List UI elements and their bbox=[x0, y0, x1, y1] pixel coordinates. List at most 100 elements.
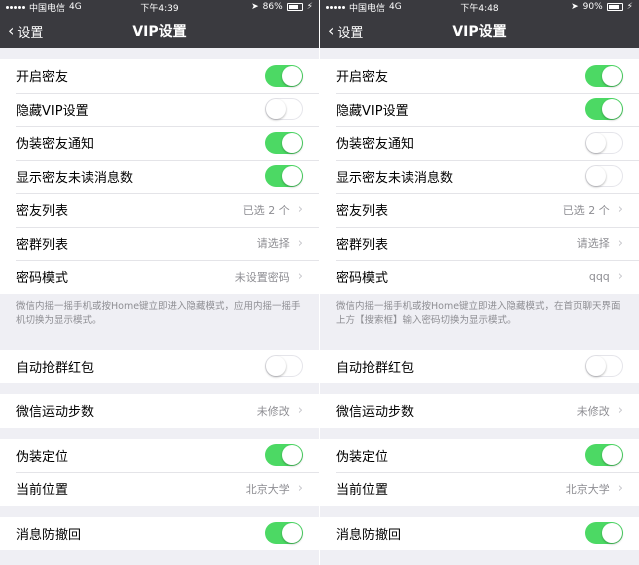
settings-row[interactable]: 伪装密友通知 bbox=[320, 126, 639, 160]
settings-row[interactable]: 隐藏VIP设置 bbox=[320, 92, 639, 127]
toggle-knob bbox=[586, 356, 606, 377]
row-value: 未修改 bbox=[256, 404, 290, 418]
back-button[interactable]: ‹ 设置 bbox=[320, 22, 363, 41]
status-time: 下午4:39 bbox=[140, 3, 179, 14]
battery-fill bbox=[288, 5, 298, 9]
chevron-right-icon: › bbox=[297, 202, 303, 218]
row-label: 密友列表 bbox=[336, 204, 389, 220]
settings-row[interactable]: 开启密友 bbox=[320, 59, 639, 93]
battery-icon bbox=[286, 3, 303, 11]
back-button[interactable]: ‹ 设置 bbox=[0, 22, 43, 41]
screenshots: 中国电信 4G 下午4:39 ➤ 86% ⚡ ‹ 设置 VIP设置 开启密友 隐藏VIP设置 伪装密友… bbox=[0, 0, 639, 565]
row-value: qqq bbox=[588, 270, 610, 284]
settings-row[interactable]: 自动抢群红包 bbox=[0, 350, 319, 384]
row-label: 伪装密友通知 bbox=[16, 137, 95, 153]
page-title: VIP设置 bbox=[132, 24, 187, 40]
chevron-right-icon: › bbox=[617, 481, 623, 497]
battery-icon bbox=[606, 3, 623, 11]
settings-row[interactable]: 消息防撤回 bbox=[320, 517, 639, 551]
chevron-right-icon: › bbox=[617, 269, 623, 285]
row-label: 密码模式 bbox=[16, 271, 69, 287]
back-label: 设置 bbox=[17, 25, 44, 41]
row-label: 密群列表 bbox=[16, 237, 69, 253]
row-label: 开启密友 bbox=[16, 70, 69, 86]
row-value: 北京大学 bbox=[245, 482, 290, 496]
toggle-knob bbox=[602, 99, 622, 120]
toggle-knob bbox=[266, 356, 286, 377]
settings-group-steps: 微信运动步数 未修改 › bbox=[320, 394, 639, 428]
status-bar: 中国电信 4G 下午4:39 ➤ 86% ⚡ bbox=[0, 0, 319, 14]
toggle-switch[interactable] bbox=[265, 64, 303, 87]
settings-row[interactable]: 密码模式 未设置密码 › bbox=[0, 260, 319, 294]
chevron-right-icon: › bbox=[297, 481, 303, 497]
toggle-switch[interactable] bbox=[585, 444, 623, 467]
settings-row[interactable]: 开启密友 bbox=[0, 59, 319, 93]
chevron-right-icon: › bbox=[297, 235, 303, 251]
settings-row[interactable]: 密群列表 请选择 › bbox=[320, 226, 639, 261]
settings-row[interactable]: 密码模式 qqq › bbox=[320, 260, 639, 294]
chevron-right-icon: › bbox=[297, 403, 303, 419]
phone-screen: 中国电信 4G 下午4:48 ➤ 90% ⚡ ‹ 设置 VIP设置开启密友隐藏VIP设置伪装密友… bbox=[320, 0, 639, 565]
row-value: 请选择 bbox=[576, 237, 610, 251]
toggle-knob bbox=[602, 65, 622, 86]
settings-row[interactable]: 密友列表 已选 2 个 › bbox=[0, 193, 319, 227]
toggle-switch[interactable] bbox=[265, 131, 303, 154]
settings-row[interactable]: 自动抢群红包 bbox=[320, 350, 639, 384]
nav-bar: ‹ 设置 VIP设置 bbox=[0, 14, 319, 48]
row-label: 伪装密友通知 bbox=[336, 137, 415, 153]
toggle-knob bbox=[282, 65, 302, 86]
settings-row[interactable]: 密友列表 已选 2 个 › bbox=[320, 193, 639, 227]
row-label: 开启密友 bbox=[336, 70, 389, 86]
settings-row[interactable]: 伪装定位 bbox=[320, 439, 639, 473]
settings-group-recall: 消息防撤回 bbox=[0, 516, 319, 551]
settings-row[interactable]: 密群列表 请选择 › bbox=[0, 226, 319, 261]
settings-row[interactable]: 当前位置 北京大学 › bbox=[0, 472, 319, 506]
settings-group-main: 开启密友 隐藏VIP设置 伪装密友通知 显示密友未读消息数 密友列表 已选 2 个 › 密群列… bbox=[0, 59, 319, 294]
row-value: 北京大学 bbox=[565, 482, 610, 496]
row-label: 当前位置 bbox=[336, 483, 389, 499]
toggle-switch[interactable] bbox=[585, 355, 623, 378]
toggle-switch[interactable] bbox=[265, 98, 303, 121]
settings-row[interactable]: 伪装密友通知 bbox=[0, 126, 319, 160]
row-label: 显示密友未读消息数 bbox=[336, 170, 454, 186]
help-note: 微信内摇一摇手机或按Home键立即进入隐藏模式，在首页聊天界面上方【搜索框】输入… bbox=[336, 300, 621, 326]
settings-group-main: 开启密友隐藏VIP设置伪装密友通知显示密友未读消息数密友列表 已选 2 个 › 密群列… bbox=[320, 59, 639, 294]
settings-row[interactable]: 伪装定位 bbox=[0, 439, 319, 473]
toggle-knob bbox=[282, 445, 302, 466]
chevron-right-icon: › bbox=[297, 269, 303, 285]
toggle-switch[interactable] bbox=[585, 64, 623, 87]
row-label: 密群列表 bbox=[336, 237, 389, 253]
toggle-switch[interactable] bbox=[265, 522, 303, 545]
row-label: 消息防撤回 bbox=[16, 527, 82, 543]
toggle-switch[interactable] bbox=[585, 165, 623, 188]
toggle-switch[interactable] bbox=[585, 98, 623, 121]
help-note: 微信内摇一摇手机或按Home键立即进入隐藏模式，应用内摇一摇手机切换为显示模式。 bbox=[16, 300, 301, 326]
settings-row[interactable]: 隐藏VIP设置 bbox=[0, 92, 319, 127]
settings-row[interactable]: 消息防撤回 bbox=[0, 517, 319, 551]
chevron-right-icon: › bbox=[617, 202, 623, 218]
row-value: 已选 2 个 bbox=[242, 203, 290, 217]
settings-group-red-packet: 自动抢群红包 bbox=[0, 349, 319, 384]
settings-row[interactable]: 微信运动步数 未修改 › bbox=[0, 394, 319, 428]
settings-row[interactable]: 显示密友未读消息数 bbox=[320, 159, 639, 194]
status-bar: 中国电信 4G 下午4:48 ➤ 90% ⚡ bbox=[320, 0, 639, 14]
row-label: 自动抢群红包 bbox=[16, 360, 95, 376]
settings-row[interactable]: 显示密友未读消息数 bbox=[0, 159, 319, 194]
toggle-switch[interactable] bbox=[585, 522, 623, 545]
toggle-knob bbox=[586, 166, 606, 187]
settings-row[interactable]: 当前位置 北京大学 › bbox=[320, 472, 639, 506]
status-time: 下午4:48 bbox=[460, 3, 499, 14]
row-label: 密码模式 bbox=[336, 271, 389, 287]
row-value: 请选择 bbox=[256, 237, 290, 251]
row-label: 伪装定位 bbox=[336, 449, 389, 465]
toggle-switch[interactable] bbox=[585, 131, 623, 154]
settings-row[interactable]: 微信运动步数 未修改 › bbox=[320, 394, 639, 428]
chevron-left-icon: ‹ bbox=[328, 21, 335, 40]
row-value: 未设置密码 bbox=[234, 270, 290, 284]
toggle-knob bbox=[266, 99, 286, 120]
nav-bar: ‹ 设置 VIP设置 bbox=[320, 14, 639, 48]
toggle-switch[interactable] bbox=[265, 165, 303, 188]
toggle-switch[interactable] bbox=[265, 444, 303, 467]
toggle-switch[interactable] bbox=[265, 355, 303, 378]
settings-group-recall: 消息防撤回 bbox=[320, 516, 639, 551]
